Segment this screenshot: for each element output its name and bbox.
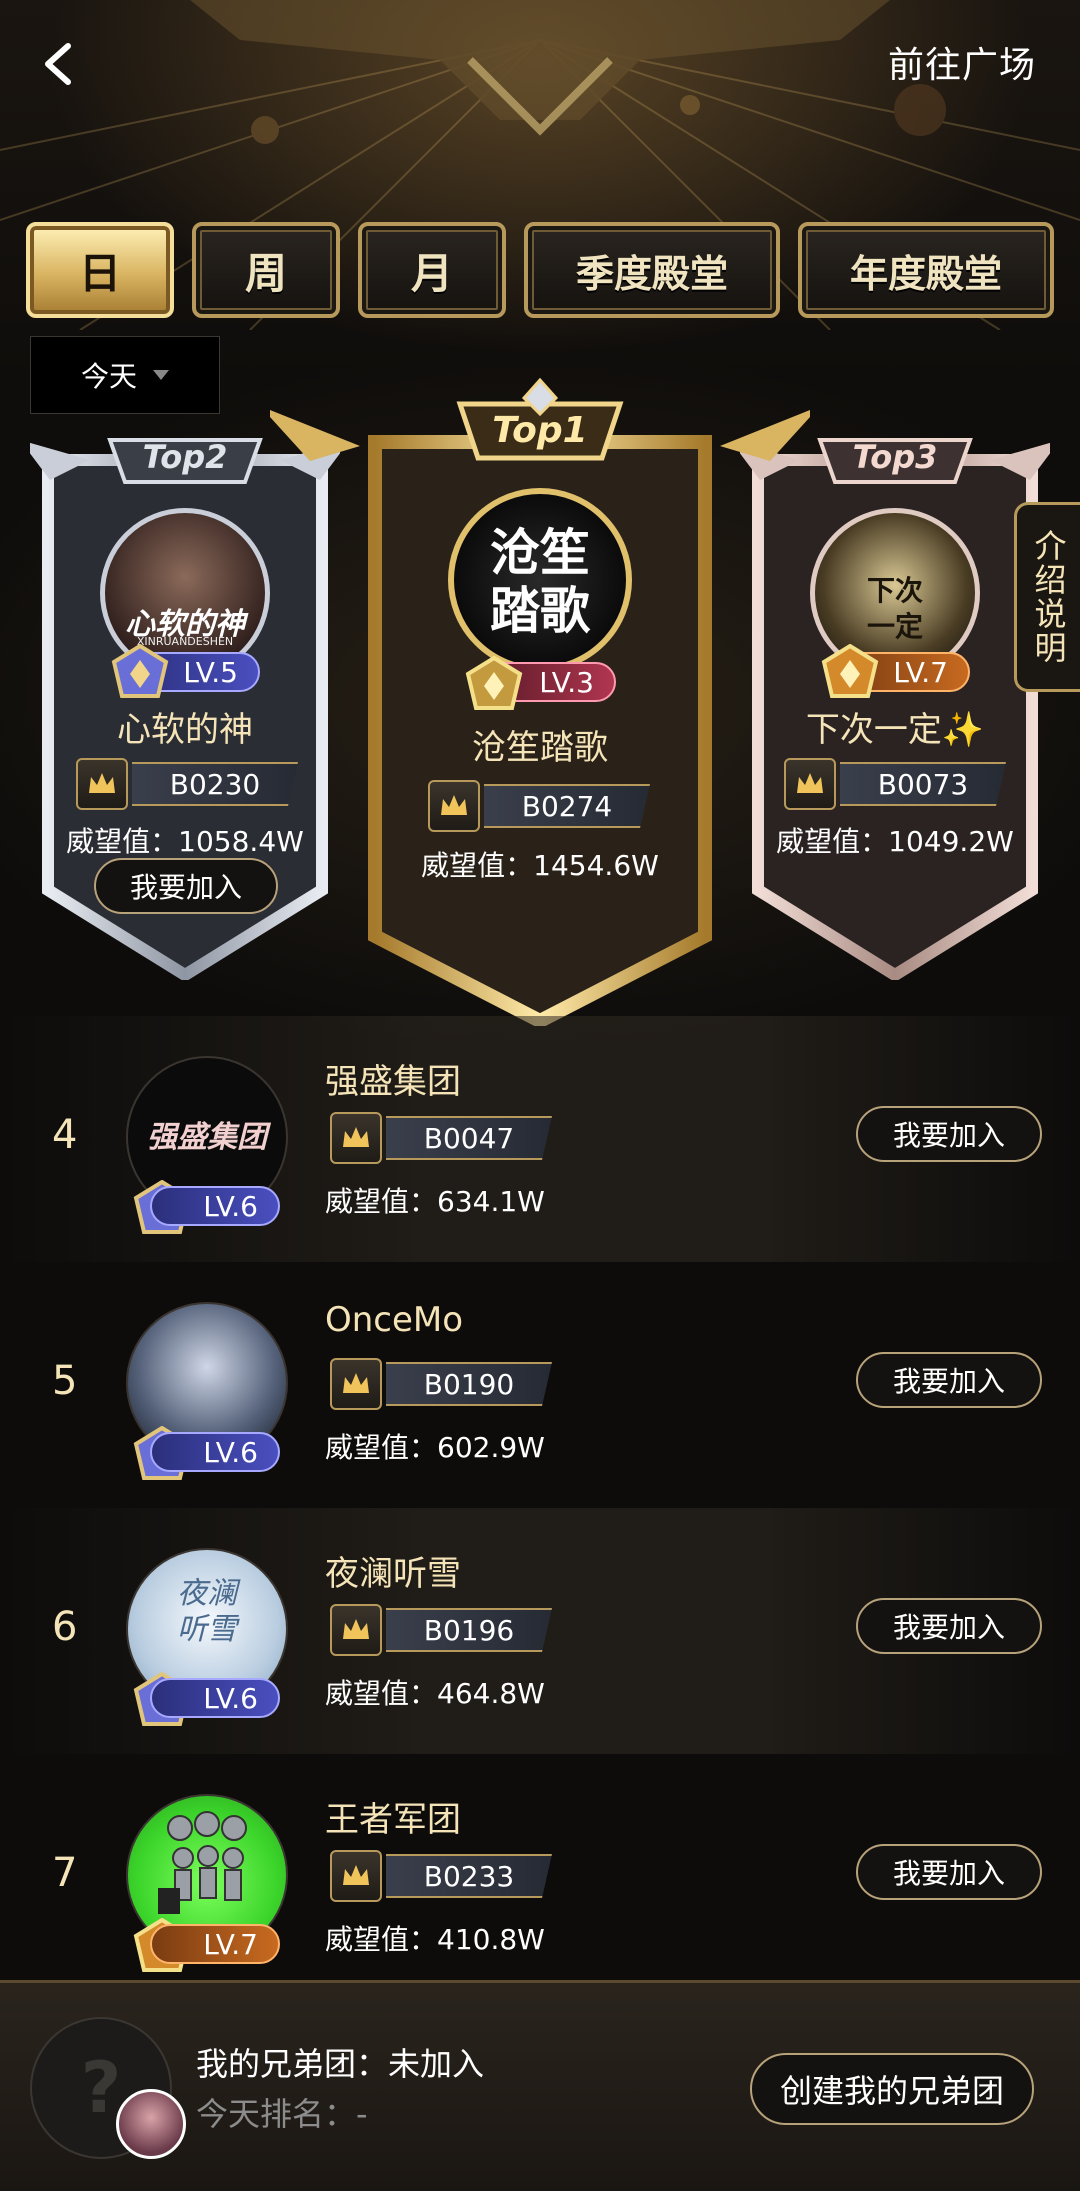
level-badge-icon — [465, 656, 523, 710]
join-button[interactable]: 我要加入 — [856, 1844, 1042, 1900]
prestige-value: 威望值：410.8W — [325, 1923, 545, 1956]
join-button[interactable]: 我要加入 — [856, 1598, 1042, 1654]
top1-badge: Top1 — [492, 410, 588, 451]
create-group-button[interactable]: 创建我的兄弟团 — [750, 2053, 1034, 2125]
level-badge-icon — [111, 644, 169, 698]
code-box: B0047 — [330, 1112, 552, 1164]
my-user-avatar — [116, 2089, 186, 2159]
group-name: 王者军团 — [325, 1800, 461, 1840]
group-name: 强盛集团 — [325, 1062, 461, 1102]
crown-icon — [428, 780, 480, 832]
top2-join-button[interactable]: 我要加入 — [94, 858, 278, 914]
crown-icon — [330, 1112, 382, 1164]
chevron-down-icon — [153, 370, 169, 380]
rank-number: 7 — [52, 1850, 78, 1896]
group-code: B0233 — [386, 1854, 552, 1898]
my-group-bar: ? 我的兄弟团：未加入 今天排名：- 创建我的兄弟团 — [0, 1980, 1080, 2191]
date-filter-dropdown[interactable]: 今天 — [30, 336, 220, 414]
list-item[interactable]: 5 LV.6 OnceMo B0190 威望值：602.9W 我要加入 — [0, 1262, 1080, 1508]
avatar-text: 夜澜听雪 — [177, 1576, 237, 1647]
group-code: B0190 — [386, 1362, 552, 1406]
code-box: B0196 — [330, 1604, 552, 1656]
crown-icon — [330, 1604, 382, 1656]
tab-day[interactable]: 日 — [26, 222, 174, 318]
top2-code-box: B0230 — [76, 758, 298, 810]
top1-avatar-text: 沧笙踏歌 — [490, 524, 590, 640]
top1-prestige: 威望值：1454.6W — [421, 849, 659, 882]
level-pill: LV.7 — [150, 1924, 280, 1964]
top1-avatar: 沧笙踏歌 — [448, 488, 632, 672]
top2-badge: Top2 — [142, 438, 228, 476]
top3-badge: Top3 — [852, 438, 938, 476]
list-item[interactable]: 7 LV.7 王者军团 B0233 威望值：410.8W 我要加入 — [0, 1754, 1080, 2000]
group-code: B0196 — [386, 1608, 552, 1652]
tab-quarterly-hall[interactable]: 季度殿堂 — [524, 222, 780, 318]
go-to-plaza-link[interactable]: 前往广场 — [888, 36, 1036, 88]
list-item[interactable]: 6 夜澜听雪 LV.6 夜澜听雪 B0196 威望值：464.8W 我要加入 — [0, 1508, 1080, 1754]
level-pill: LV.6 — [150, 1432, 280, 1472]
top3-code: B0073 — [840, 762, 1006, 806]
top1-code-box: B0274 — [428, 780, 650, 832]
top1-name: 沧笙踏歌 — [472, 728, 608, 768]
top1-code: B0274 — [484, 784, 650, 828]
tab-week[interactable]: 周 — [192, 222, 340, 318]
crown-icon — [330, 1358, 382, 1410]
tab-yearly-hall[interactable]: 年度殿堂 — [798, 222, 1054, 318]
crown-icon — [76, 758, 128, 810]
level-pill: LV.6 — [150, 1678, 280, 1718]
code-box: B0190 — [330, 1358, 552, 1410]
tab-month[interactable]: 月 — [358, 222, 506, 318]
rank-number: 4 — [52, 1112, 78, 1158]
my-group-status: 我的兄弟团：未加入 — [196, 2045, 485, 2083]
top3-code-box: B0073 — [784, 758, 1006, 810]
prestige-value: 威望值：634.1W — [325, 1185, 545, 1218]
prestige-value: 威望值：464.8W — [325, 1677, 545, 1710]
back-arrow-icon[interactable] — [36, 38, 84, 90]
intro-side-tab-label: 介绍说明 — [1029, 529, 1068, 665]
avatar-text: 强盛集团 — [147, 1120, 267, 1155]
rank-number: 5 — [52, 1358, 78, 1404]
group-name: OnceMo — [325, 1300, 464, 1340]
join-button[interactable]: 我要加入 — [856, 1106, 1042, 1162]
group-code: B0047 — [386, 1116, 552, 1160]
my-today-rank: 今天排名：- — [196, 2095, 368, 2133]
crown-icon — [330, 1850, 382, 1902]
group-name: 夜澜听雪 — [325, 1554, 461, 1594]
join-button[interactable]: 我要加入 — [856, 1352, 1042, 1408]
list-item[interactable]: 4 强盛集团 LV.6 强盛集团 B0047 威望值：634.1W 我要加入 — [0, 1016, 1080, 1262]
date-filter-value: 今天 — [80, 360, 137, 393]
prestige-value: 威望值：602.9W — [325, 1431, 545, 1464]
intro-side-tab[interactable]: 介绍说明 — [1014, 502, 1080, 692]
code-box: B0233 — [330, 1850, 552, 1902]
top3-avatar-text: 下次一定 — [866, 574, 923, 643]
period-tabs: 日 周 月 季度殿堂 年度殿堂 — [26, 222, 1054, 318]
rank-number: 6 — [52, 1604, 78, 1650]
level-pill: LV.6 — [150, 1186, 280, 1226]
podium-card-top1[interactable]: Top1 沧笙踏歌 LV.3 沧笙踏歌 B0274 威望值：1454.6W — [270, 376, 810, 1026]
level-badge-icon — [821, 644, 879, 698]
